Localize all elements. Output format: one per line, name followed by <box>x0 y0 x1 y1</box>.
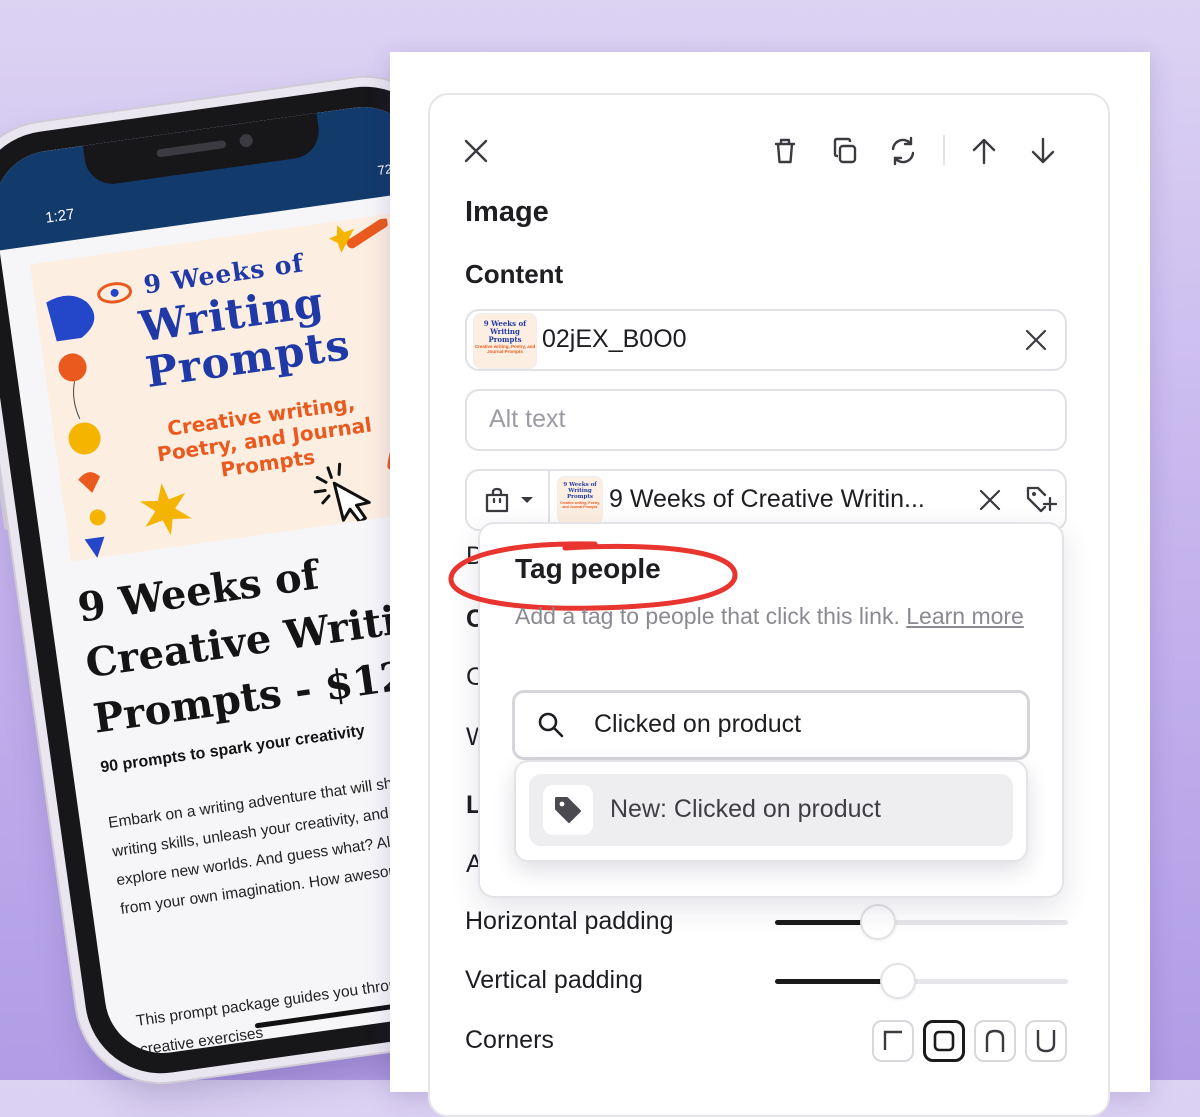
remove-product-icon[interactable] <box>972 482 1008 518</box>
status-time: 1:27 <box>44 205 76 227</box>
panel-title: Image <box>465 196 549 228</box>
corner-arch-button[interactable] <box>974 1020 1016 1062</box>
tag-plus-icon[interactable] <box>1023 482 1059 518</box>
field-divider <box>548 471 550 529</box>
corner-square-button[interactable] <box>872 1020 914 1062</box>
horizontal-padding-handle[interactable] <box>859 904 896 940</box>
corners-label: Corners <box>465 1026 554 1054</box>
tag-people-description: Add a tag to people that click this link… <box>515 603 1024 629</box>
create-tag-label: New: Clicked on product <box>610 795 881 823</box>
product-thumbnail: 9 Weeks of Writing Prompts Creative writ… <box>557 476 603 524</box>
tag-icon <box>543 785 593 835</box>
close-icon[interactable] <box>458 133 494 169</box>
shopping-bag-icon[interactable] <box>479 482 515 518</box>
image-filename: 02jEX_B0O0 <box>542 325 687 353</box>
copy-icon[interactable] <box>827 133 863 169</box>
search-icon <box>533 707 569 743</box>
arrow-down-icon[interactable] <box>1025 133 1061 169</box>
eye-decoration <box>97 282 132 304</box>
tag-search-value: Clicked on product <box>594 710 802 738</box>
toolbar-divider <box>943 135 945 165</box>
alt-text-placeholder: Alt text <box>489 405 566 433</box>
chevron-down-icon[interactable] <box>513 482 541 518</box>
trash-icon[interactable] <box>767 133 803 169</box>
balloon-decoration <box>58 353 106 558</box>
content-heading: Content <box>465 259 564 289</box>
star-decoration <box>329 218 389 253</box>
vertical-padding-label: Vertical padding <box>465 966 643 994</box>
corner-rounded-button[interactable] <box>923 1020 965 1062</box>
product-link-value: 9 Weeks of Creative Writin... <box>609 485 925 513</box>
vertical-padding-handle[interactable] <box>880 963 917 999</box>
clear-image-icon[interactable] <box>1018 322 1054 358</box>
image-thumbnail: 9 Weeks of Writing Prompts Creative writ… <box>473 313 537 369</box>
click-cursor-icon <box>313 462 371 524</box>
horizontal-padding-label: Horizontal padding <box>465 907 674 935</box>
learn-more-link[interactable]: Learn more <box>906 603 1024 629</box>
arrow-up-icon[interactable] <box>966 133 1002 169</box>
corner-cup-button[interactable] <box>1025 1020 1067 1062</box>
refresh-icon[interactable] <box>885 133 921 169</box>
